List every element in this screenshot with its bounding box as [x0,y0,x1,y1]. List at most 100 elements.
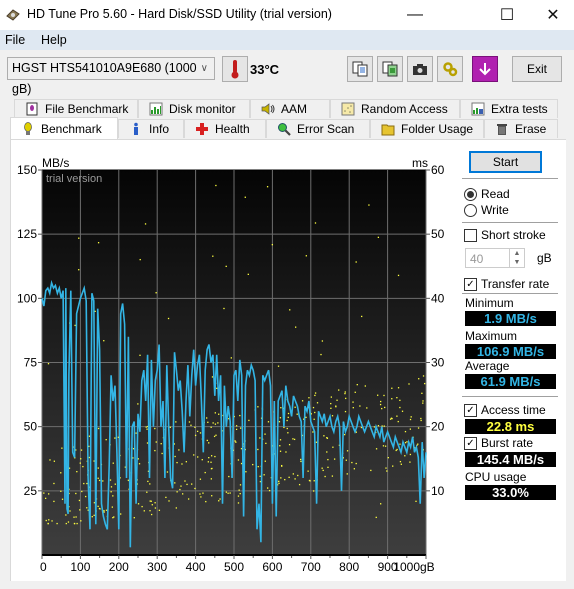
access-time-point [168,500,170,502]
access-time-point [141,505,143,508]
copy-screenshot-icon [382,61,398,77]
access-time-point [199,432,202,434]
access-time-point [336,399,338,401]
burst-rate-checkbox[interactable]: ✓ [464,437,477,450]
access-time-checkbox[interactable]: ✓ [464,404,477,417]
access-time-point [422,375,425,377]
access-time-point [352,401,354,403]
spin-arrows-icon[interactable]: ▲ ▼ [509,249,524,267]
menu-file[interactable]: File [5,33,25,47]
write-radio[interactable] [464,204,477,217]
access-time-point [415,500,417,502]
exit-button[interactable]: Exit [512,56,562,82]
minimum-value: 1.9 MB/s [465,311,556,326]
tab-disk-monitor[interactable]: Disk monitor [138,99,250,118]
access-time-point [266,186,269,188]
access-time-point [175,421,177,423]
tab-file-benchmark[interactable]: File Benchmark [14,99,138,118]
y-tick-label-left: 25 [24,484,38,498]
drive-select[interactable]: HGST HTS541010A9E680 (1000 gB) ∨ [7,57,215,96]
access-time-point [78,237,80,239]
transfer-rate-checkbox[interactable]: ✓ [464,278,477,291]
access-time-point [214,412,216,414]
access-time-point [263,474,265,476]
start-button[interactable]: Start [469,151,542,173]
menu-help[interactable]: Help [41,33,67,47]
access-time-point [210,461,212,463]
access-time-point [300,460,302,463]
short-stroke-input[interactable]: 40 ▲ ▼ [465,248,525,268]
tab-folder-usage[interactable]: Folder Usage [370,119,484,138]
access-time-point [404,441,407,444]
access-time-point [421,392,423,394]
access-time-point [185,461,187,463]
access-time-point [109,479,112,481]
access-time-point [287,412,290,415]
access-time-point [53,482,55,485]
temperature-button[interactable] [222,56,248,82]
copy-text-button[interactable] [347,56,373,82]
short-stroke-checkbox[interactable] [464,229,477,242]
tab-random-access[interactable]: Random Access [330,99,460,118]
tab-extra-tests[interactable]: Extra tests [460,99,558,118]
tab-benchmark[interactable]: Benchmark [10,117,118,139]
access-time-point [377,236,380,239]
save-button[interactable] [472,56,498,82]
average-label: Average [465,359,510,373]
access-time-point [216,387,218,389]
access-time-point [353,468,356,470]
access-time-point [308,479,311,482]
access-time-point [239,492,241,495]
burst-rate-value: 145.4 MB/s [465,452,556,467]
access-time-point [47,522,49,525]
access-time-point [61,447,63,449]
access-time-point [205,500,207,503]
access-time-value: 22.8 ms [465,419,556,434]
minimize-button[interactable]: — [392,0,438,30]
maximize-button[interactable]: ☐ [484,0,530,30]
access-time-point [160,443,162,445]
access-time-point [281,464,283,467]
access-time-point [110,491,112,493]
access-time-point [78,499,81,502]
access-time-point [375,516,377,519]
access-time-point [174,455,176,458]
tab-error-scan[interactable]: Error Scan [266,119,370,138]
read-radio[interactable] [464,188,477,201]
access-time-point [338,389,340,391]
access-time-point [239,427,242,429]
options-button[interactable] [437,56,463,82]
tab-info[interactable]: Info [118,119,184,138]
access-time-point [78,269,80,271]
x-tick-label: 400 [186,560,206,574]
access-time-point [366,407,368,409]
access-time-point [154,449,156,452]
access-time-point [397,274,400,277]
access-time-point [352,407,354,409]
access-time-point [315,441,318,443]
health-cross-icon [196,123,208,135]
tab-erase[interactable]: Erase [484,119,558,138]
extra-tests-icon [471,102,485,116]
access-time-point [396,448,398,451]
access-time-point [103,511,105,513]
x-tick-label: 700 [301,560,321,574]
access-time-point [197,456,199,458]
access-time-point [245,471,247,473]
camera-button[interactable] [407,56,433,82]
copy-screenshot-button[interactable] [377,56,403,82]
access-time-point [292,473,294,475]
access-time-point [65,522,67,525]
thermometer-icon [231,60,239,79]
close-button[interactable]: ✕ [530,0,574,30]
access-time-point [307,470,309,472]
access-time-point [218,413,220,415]
tab-aam[interactable]: AAM [250,99,330,118]
tab-health[interactable]: Health [184,119,266,138]
tab-label: Benchmark [41,121,102,136]
access-time-point [391,398,393,400]
access-time-point [188,421,191,423]
access-time-point [324,475,326,478]
access-time-point [332,446,334,448]
tab-label: Health [215,122,250,136]
